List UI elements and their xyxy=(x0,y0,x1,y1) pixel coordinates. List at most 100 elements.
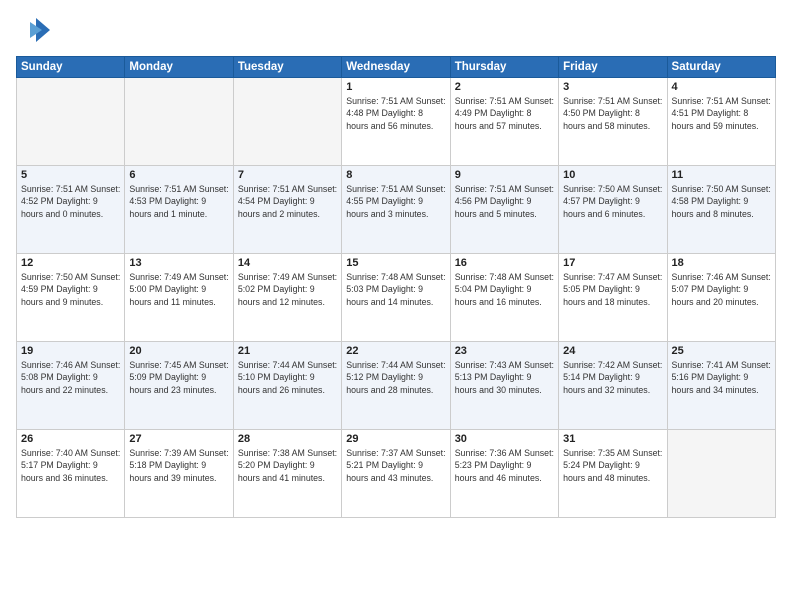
day-number: 16 xyxy=(455,257,554,269)
logo-icon xyxy=(16,12,52,48)
day-number: 1 xyxy=(346,81,445,93)
day-number: 14 xyxy=(238,257,337,269)
day-number: 31 xyxy=(563,433,662,445)
day-number: 3 xyxy=(563,81,662,93)
day-info: Sunrise: 7:51 AM Sunset: 4:56 PM Dayligh… xyxy=(455,183,554,220)
calendar-week-row: 5 Sunrise: 7:51 AM Sunset: 4:52 PM Daylig… xyxy=(17,166,776,254)
day-number: 18 xyxy=(672,257,771,269)
weekday-header-friday: Friday xyxy=(559,57,667,78)
weekday-header-saturday: Saturday xyxy=(667,57,775,78)
calendar-cell: 31 Sunrise: 7:35 AM Sunset: 5:24 PM Dayli… xyxy=(559,430,667,518)
calendar-cell: 12Sunrise: 7:50 AM Sunset: 4:59 PM Dayli… xyxy=(17,254,125,342)
day-number: 29 xyxy=(346,433,445,445)
calendar-cell xyxy=(233,78,341,166)
calendar: SundayMondayTuesdayWednesdayThursdayFrid… xyxy=(16,56,776,518)
weekday-header-thursday: Thursday xyxy=(450,57,558,78)
calendar-cell: 18 Sunrise: 7:46 AM Sunset: 5:07 PM Dayli… xyxy=(667,254,775,342)
calendar-cell: 7 Sunrise: 7:51 AM Sunset: 4:54 PM Daylig… xyxy=(233,166,341,254)
calendar-cell: 9Sunrise: 7:51 AM Sunset: 4:56 PM Daylig… xyxy=(450,166,558,254)
day-info: Sunrise: 7:49 AM Sunset: 5:02 PM Dayligh… xyxy=(238,271,337,308)
day-number: 22 xyxy=(346,345,445,357)
weekday-header-tuesday: Tuesday xyxy=(233,57,341,78)
day-number: 12 xyxy=(21,257,120,269)
day-number: 23 xyxy=(455,345,554,357)
calendar-cell: 25 Sunrise: 7:41 AM Sunset: 5:16 PM Dayli… xyxy=(667,342,775,430)
day-info: Sunrise: 7:42 AM Sunset: 5:14 PM Dayligh… xyxy=(563,359,662,396)
day-info: Sunrise: 7:51 AM Sunset: 4:48 PM Dayligh… xyxy=(346,95,445,132)
calendar-week-row: 1 Sunrise: 7:51 AM Sunset: 4:48 PM Daylig… xyxy=(17,78,776,166)
calendar-cell xyxy=(667,430,775,518)
day-info: Sunrise: 7:40 AM Sunset: 5:17 PM Dayligh… xyxy=(21,447,120,484)
calendar-cell: 20Sunrise: 7:45 AM Sunset: 5:09 PM Dayli… xyxy=(125,342,233,430)
day-info: Sunrise: 7:47 AM Sunset: 5:05 PM Dayligh… xyxy=(563,271,662,308)
weekday-header-sunday: Sunday xyxy=(17,57,125,78)
day-info: Sunrise: 7:44 AM Sunset: 5:12 PM Dayligh… xyxy=(346,359,445,396)
day-number: 19 xyxy=(21,345,120,357)
day-info: Sunrise: 7:51 AM Sunset: 4:55 PM Dayligh… xyxy=(346,183,445,220)
calendar-cell: 29 Sunrise: 7:37 AM Sunset: 5:21 PM Dayli… xyxy=(342,430,450,518)
day-number: 13 xyxy=(129,257,228,269)
calendar-cell: 19 Sunrise: 7:46 AM Sunset: 5:08 PM Dayli… xyxy=(17,342,125,430)
header xyxy=(16,12,776,48)
day-info: Sunrise: 7:46 AM Sunset: 5:08 PM Dayligh… xyxy=(21,359,120,396)
calendar-cell xyxy=(17,78,125,166)
day-info: Sunrise: 7:48 AM Sunset: 5:04 PM Dayligh… xyxy=(455,271,554,308)
day-info: Sunrise: 7:51 AM Sunset: 4:54 PM Dayligh… xyxy=(238,183,337,220)
day-number: 24 xyxy=(563,345,662,357)
day-info: Sunrise: 7:48 AM Sunset: 5:03 PM Dayligh… xyxy=(346,271,445,308)
day-number: 26 xyxy=(21,433,120,445)
day-info: Sunrise: 7:43 AM Sunset: 5:13 PM Dayligh… xyxy=(455,359,554,396)
calendar-week-row: 12Sunrise: 7:50 AM Sunset: 4:59 PM Dayli… xyxy=(17,254,776,342)
weekday-header-wednesday: Wednesday xyxy=(342,57,450,78)
calendar-cell: 16 Sunrise: 7:48 AM Sunset: 5:04 PM Dayli… xyxy=(450,254,558,342)
calendar-week-row: 19 Sunrise: 7:46 AM Sunset: 5:08 PM Dayli… xyxy=(17,342,776,430)
day-number: 30 xyxy=(455,433,554,445)
calendar-cell: 22 Sunrise: 7:44 AM Sunset: 5:12 PM Dayli… xyxy=(342,342,450,430)
day-info: Sunrise: 7:44 AM Sunset: 5:10 PM Dayligh… xyxy=(238,359,337,396)
day-info: Sunrise: 7:51 AM Sunset: 4:53 PM Dayligh… xyxy=(129,183,228,220)
calendar-cell: 1 Sunrise: 7:51 AM Sunset: 4:48 PM Daylig… xyxy=(342,78,450,166)
day-info: Sunrise: 7:37 AM Sunset: 5:21 PM Dayligh… xyxy=(346,447,445,484)
day-info: Sunrise: 7:36 AM Sunset: 5:23 PM Dayligh… xyxy=(455,447,554,484)
day-info: Sunrise: 7:51 AM Sunset: 4:50 PM Dayligh… xyxy=(563,95,662,132)
weekday-header-monday: Monday xyxy=(125,57,233,78)
calendar-cell: 10 Sunrise: 7:50 AM Sunset: 4:57 PM Dayli… xyxy=(559,166,667,254)
calendar-cell: 23 Sunrise: 7:43 AM Sunset: 5:13 PM Dayli… xyxy=(450,342,558,430)
day-info: Sunrise: 7:50 AM Sunset: 4:57 PM Dayligh… xyxy=(563,183,662,220)
day-number: 27 xyxy=(129,433,228,445)
day-number: 11 xyxy=(672,169,771,181)
day-number: 5 xyxy=(21,169,120,181)
day-info: Sunrise: 7:35 AM Sunset: 5:24 PM Dayligh… xyxy=(563,447,662,484)
day-number: 25 xyxy=(672,345,771,357)
day-info: Sunrise: 7:51 AM Sunset: 4:51 PM Dayligh… xyxy=(672,95,771,132)
calendar-cell: 5 Sunrise: 7:51 AM Sunset: 4:52 PM Daylig… xyxy=(17,166,125,254)
day-info: Sunrise: 7:45 AM Sunset: 5:09 PM Dayligh… xyxy=(129,359,228,396)
calendar-cell: 24 Sunrise: 7:42 AM Sunset: 5:14 PM Dayli… xyxy=(559,342,667,430)
day-info: Sunrise: 7:51 AM Sunset: 4:52 PM Dayligh… xyxy=(21,183,120,220)
calendar-cell: 6 Sunrise: 7:51 AM Sunset: 4:53 PM Daylig… xyxy=(125,166,233,254)
calendar-week-row: 26 Sunrise: 7:40 AM Sunset: 5:17 PM Dayli… xyxy=(17,430,776,518)
calendar-cell: 13 Sunrise: 7:49 AM Sunset: 5:00 PM Dayli… xyxy=(125,254,233,342)
day-number: 4 xyxy=(672,81,771,93)
weekday-header-row: SundayMondayTuesdayWednesdayThursdayFrid… xyxy=(17,57,776,78)
calendar-cell: 8 Sunrise: 7:51 AM Sunset: 4:55 PM Daylig… xyxy=(342,166,450,254)
day-number: 21 xyxy=(238,345,337,357)
calendar-cell: 30 Sunrise: 7:36 AM Sunset: 5:23 PM Dayli… xyxy=(450,430,558,518)
day-info: Sunrise: 7:51 AM Sunset: 4:49 PM Dayligh… xyxy=(455,95,554,132)
calendar-cell: 14 Sunrise: 7:49 AM Sunset: 5:02 PM Dayli… xyxy=(233,254,341,342)
day-number: 8 xyxy=(346,169,445,181)
day-info: Sunrise: 7:49 AM Sunset: 5:00 PM Dayligh… xyxy=(129,271,228,308)
day-number: 2 xyxy=(455,81,554,93)
day-number: 7 xyxy=(238,169,337,181)
calendar-cell: 15 Sunrise: 7:48 AM Sunset: 5:03 PM Dayli… xyxy=(342,254,450,342)
day-number: 15 xyxy=(346,257,445,269)
calendar-cell: 3 Sunrise: 7:51 AM Sunset: 4:50 PM Daylig… xyxy=(559,78,667,166)
day-number: 10 xyxy=(563,169,662,181)
calendar-cell xyxy=(125,78,233,166)
day-info: Sunrise: 7:41 AM Sunset: 5:16 PM Dayligh… xyxy=(672,359,771,396)
calendar-cell: 17Sunrise: 7:47 AM Sunset: 5:05 PM Dayli… xyxy=(559,254,667,342)
day-info: Sunrise: 7:39 AM Sunset: 5:18 PM Dayligh… xyxy=(129,447,228,484)
day-number: 28 xyxy=(238,433,337,445)
day-info: Sunrise: 7:46 AM Sunset: 5:07 PM Dayligh… xyxy=(672,271,771,308)
day-number: 6 xyxy=(129,169,228,181)
